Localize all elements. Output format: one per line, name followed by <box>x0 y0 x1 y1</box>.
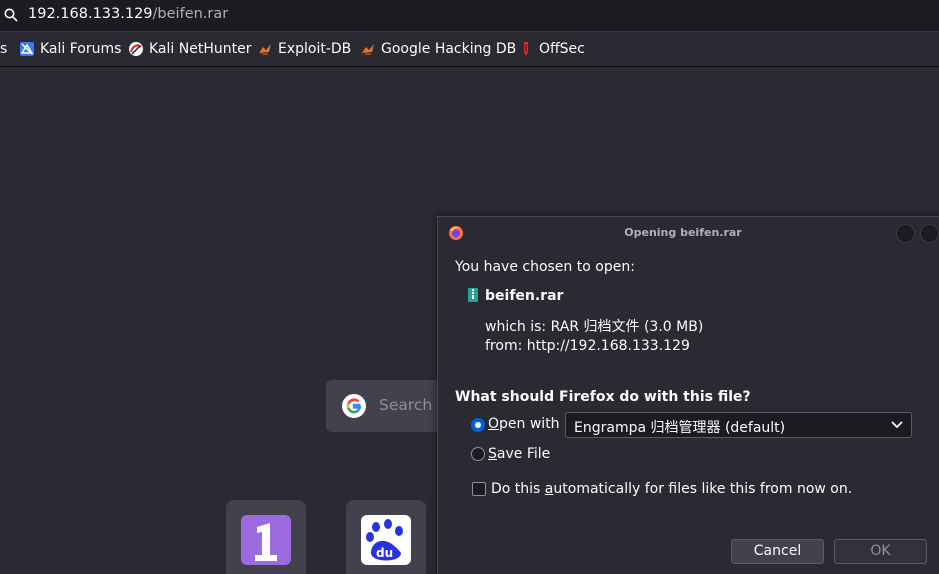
bookmark-kali-nethunter[interactable]: Kali NetHunter <box>128 41 251 57</box>
ok-button[interactable]: OK <box>834 539 927 564</box>
url-text[interactable]: 192.168.133.129/beifen.rar <box>28 6 228 22</box>
bookmark-label: Exploit-DB <box>278 41 352 57</box>
file-icon <box>468 288 478 302</box>
file-type-value: RAR 归档文件 (3.0 MB) <box>550 319 704 335</box>
dialog-titlebar[interactable]: Opening beifen.rar <box>438 217 939 249</box>
auto-action-label[interactable]: Do this automatically for files like thi… <box>491 481 852 497</box>
file-source-row: from: http://192.168.133.129 <box>485 338 690 354</box>
intro-text: You have chosen to open: <box>455 259 635 275</box>
chevron-down-icon <box>891 421 903 429</box>
svg-text:du: du <box>376 546 393 560</box>
url-host: 192.168.133.129 <box>28 6 153 22</box>
bookmark-label: OffSec <box>539 41 585 57</box>
from-label: from: <box>485 338 523 354</box>
bookmark-offsec[interactable]: OffSec <box>518 41 585 57</box>
auto-action-checkbox[interactable] <box>472 482 486 496</box>
baidu-icon: du <box>361 515 411 565</box>
open-with-app-select[interactable]: Engrampa 归档管理器 (default) <box>565 412 912 438</box>
from-value: http://192.168.133.129 <box>526 338 690 354</box>
exploit-db-icon <box>259 44 271 55</box>
bookmark-exploit-db[interactable]: Exploit-DB <box>257 41 351 57</box>
bookmarks-toolbar: s Kali Forums Kali NetHunter Exploit-DB … <box>0 31 939 67</box>
bookmark-label: s <box>0 41 8 57</box>
save-file-radio[interactable] <box>471 447 485 461</box>
dialog-title: Opening beifen.rar <box>624 226 742 239</box>
window-close-button[interactable] <box>920 224 939 243</box>
open-with-label[interactable]: Open with <box>488 416 560 432</box>
file-type-row: which is: RAR 归档文件 (3.0 MB) <box>485 316 703 336</box>
kali-forums-icon <box>20 42 34 56</box>
top-site-tile[interactable] <box>226 500 306 574</box>
search-icon <box>4 8 18 22</box>
bookmark-label: Google Hacking DB <box>381 41 517 57</box>
which-is-label: which is: <box>485 319 547 335</box>
url-path: /beifen.rar <box>152 6 229 22</box>
save-file-label[interactable]: Save File <box>488 446 550 462</box>
search-placeholder: Search <box>379 396 433 414</box>
google-icon <box>342 394 366 418</box>
kali-nethunter-icon <box>129 42 143 56</box>
bookmark-item[interactable]: s <box>0 41 7 57</box>
bookmark-label: Kali Forums <box>40 41 122 57</box>
bookmark-label: Kali NetHunter <box>149 41 252 57</box>
selected-app: Engrampa 归档管理器 (default) <box>574 420 786 436</box>
action-question: What should Firefox do with this file? <box>455 389 751 405</box>
url-bar[interactable]: 192.168.133.129/beifen.rar <box>0 0 939 31</box>
download-dialog: Opening beifen.rar You have chosen to op… <box>437 216 939 574</box>
cancel-button[interactable]: Cancel <box>731 539 824 564</box>
top-site-tile[interactable]: du <box>346 500 426 574</box>
file-name: beifen.rar <box>485 288 564 304</box>
onepassword-like-icon <box>241 515 291 565</box>
bookmark-kali-forums[interactable]: Kali Forums <box>19 41 121 57</box>
open-with-radio[interactable] <box>471 418 485 432</box>
ghdb-icon <box>362 44 374 55</box>
bookmark-ghdb[interactable]: Google Hacking DB <box>360 41 516 57</box>
offsec-icon <box>524 42 528 56</box>
window-minimize-button[interactable] <box>896 224 915 243</box>
